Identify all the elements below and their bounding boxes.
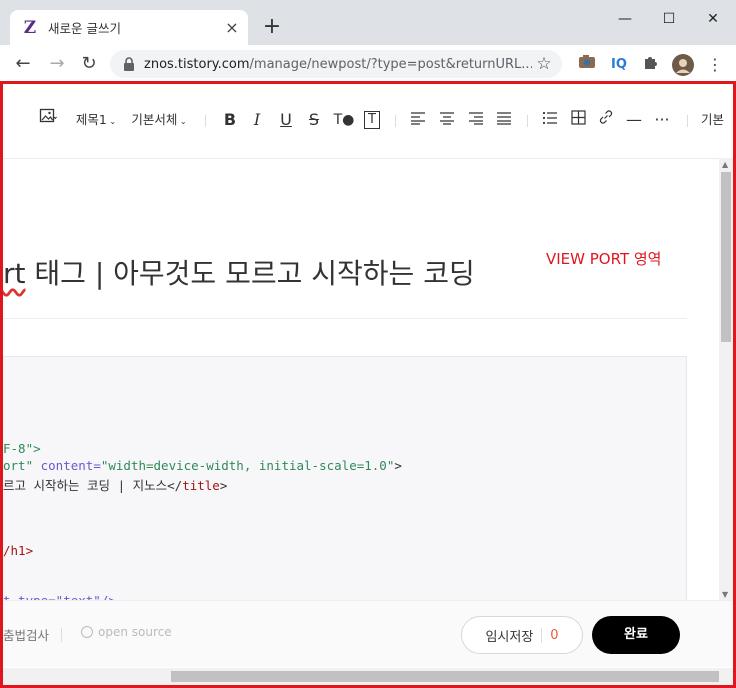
scroll-up-icon[interactable]: ▲ [722,160,728,169]
code-fragment: > [394,458,402,473]
title-misspelled-fragment: rt [3,257,26,290]
align-right-icon[interactable] [465,108,487,132]
chevron-down-icon: ⌄ [106,117,117,126]
lock-icon [124,57,134,71]
spellcheck-link[interactable]: 춤법검사 [3,625,49,644]
open-source-label: open source [98,625,172,639]
url-text: znos.tistory.com/manage/newpost/?type=po… [144,57,532,72]
url-path: /manage/newpost/?type=post&returnURL... [249,56,532,72]
viewport-annotation: VIEW PORT 영역 [546,250,662,268]
code-fragment: ort" [3,458,34,473]
link-icon[interactable] [595,108,617,132]
code-fragment: /h1> [3,543,34,558]
chevron-down-icon: ⌄ [177,117,187,126]
tab-close-icon[interactable]: × [222,18,242,37]
puzzle-icon[interactable] [640,54,662,76]
code-fragment: "width=device-width, initial-scale=1.0" [100,458,395,473]
code-fragment: content= [33,458,101,473]
url-host: znos.tistory.com [144,56,250,72]
code-fragment: > [219,478,228,493]
forward-button[interactable]: → [44,51,70,77]
temp-save-label: 임시저장 [485,629,534,645]
toolbar-divider [687,115,688,127]
strikethrough-button[interactable]: S [303,108,325,132]
font-dropdown[interactable]: 기본서체 ⌄ [129,108,189,132]
open-source-link[interactable]: open source [81,625,172,639]
vertical-scrollbar[interactable]: ▲ ▼ [719,158,733,603]
text-color-button[interactable]: T● [331,108,357,132]
align-justify-icon[interactable] [493,108,515,132]
tab-strip: Z 새로운 글쓰기 × + — ☐ ✕ [0,0,736,45]
address-bar[interactable]: znos.tistory.com/manage/newpost/?type=po… [110,50,562,78]
avatar[interactable] [672,54,694,76]
code-line: ort" content="width=device-width, initia… [3,458,402,473]
browser-tab[interactable]: Z 새로운 글쓰기 × [10,10,248,45]
editor-footer: 춤법검사 open source 임시저장 0 완료 [3,600,733,667]
done-button[interactable]: 완료 [592,616,680,654]
font-label: 기본서체 [131,112,178,127]
toolbar-divider [527,115,528,127]
bookmark-star-icon[interactable]: ☆ [532,54,556,74]
align-left-icon[interactable] [407,108,429,132]
open-source-icon [81,626,93,638]
new-tab-button[interactable]: + [260,15,284,39]
heading-label: 제목1 [75,112,107,127]
browser-toolbar: ← → ↻ znos.tistory.com/manage/newpost/?t… [0,45,736,83]
horizontal-scrollbar[interactable] [3,668,733,685]
back-button[interactable]: ← [10,51,36,77]
code-line: F-8"> [3,441,41,456]
table-icon[interactable] [567,108,589,132]
code-line: /h1> [3,543,33,558]
tistory-favicon: Z [23,17,37,38]
temp-save-button[interactable]: 임시저장 0 [461,616,583,654]
menu-dots-icon[interactable]: ⋮ [704,54,726,76]
horizontal-rule-icon[interactable]: — [623,108,645,132]
code-block[interactable]: F-8"> ort" content="width=device-width, … [3,356,687,616]
underline-button[interactable]: U [275,108,297,132]
toolbar-divider [205,115,206,127]
viewport-highlight: 제목1 ⌄ 기본서체 ⌄ B I U S T● T — ··· 기본 rt 태그… [0,81,736,688]
maximize-button[interactable]: ☐ [654,8,684,30]
code-line: 르고 시작하는 코딩 | 지노스</title> [3,475,227,494]
tab-title: 새로운 글쓰기 [48,21,121,36]
scroll-down-icon[interactable]: ▼ [722,590,728,599]
bold-button[interactable]: B [219,108,241,132]
post-title[interactable]: rt 태그 | 아무것도 모르고 시작하는 코딩 [3,252,475,292]
text-background-button[interactable]: T [361,108,383,132]
footer-divider [61,628,62,642]
more-options-icon[interactable]: ··· [651,108,673,132]
scrollbar-thumb[interactable] [721,172,731,342]
reload-button[interactable]: ↻ [76,51,102,77]
align-center-icon[interactable] [436,108,458,132]
title-divider [3,318,687,319]
iq-icon[interactable]: IQ [608,54,630,76]
heading-dropdown[interactable]: 제목1 ⌄ [73,108,119,132]
text-background-icon: T [364,111,380,129]
camera-icon[interactable] [576,54,598,76]
italic-button[interactable]: I [246,108,268,132]
bullet-list-icon[interactable] [539,108,561,132]
close-window-button[interactable]: ✕ [698,8,728,30]
insert-image-icon[interactable] [35,108,61,132]
title-text: 태그 | 아무것도 모르고 시작하는 코딩 [25,257,475,290]
minimize-button[interactable]: — [610,8,640,30]
editor-toolbar: 제목1 ⌄ 기본서체 ⌄ B I U S T● T — ··· 기본 [3,84,733,159]
code-fragment: F-8"> [3,441,41,456]
toolbar-divider [395,115,396,127]
scrollbar-thumb[interactable] [171,671,719,682]
paragraph-style-dropdown[interactable]: 기본 [701,108,733,132]
code-fragment: title [182,478,220,493]
code-fragment: 르고 시작하는 코딩 | 지노스</ [3,478,183,493]
temp-save-count: 0 [541,627,559,643]
